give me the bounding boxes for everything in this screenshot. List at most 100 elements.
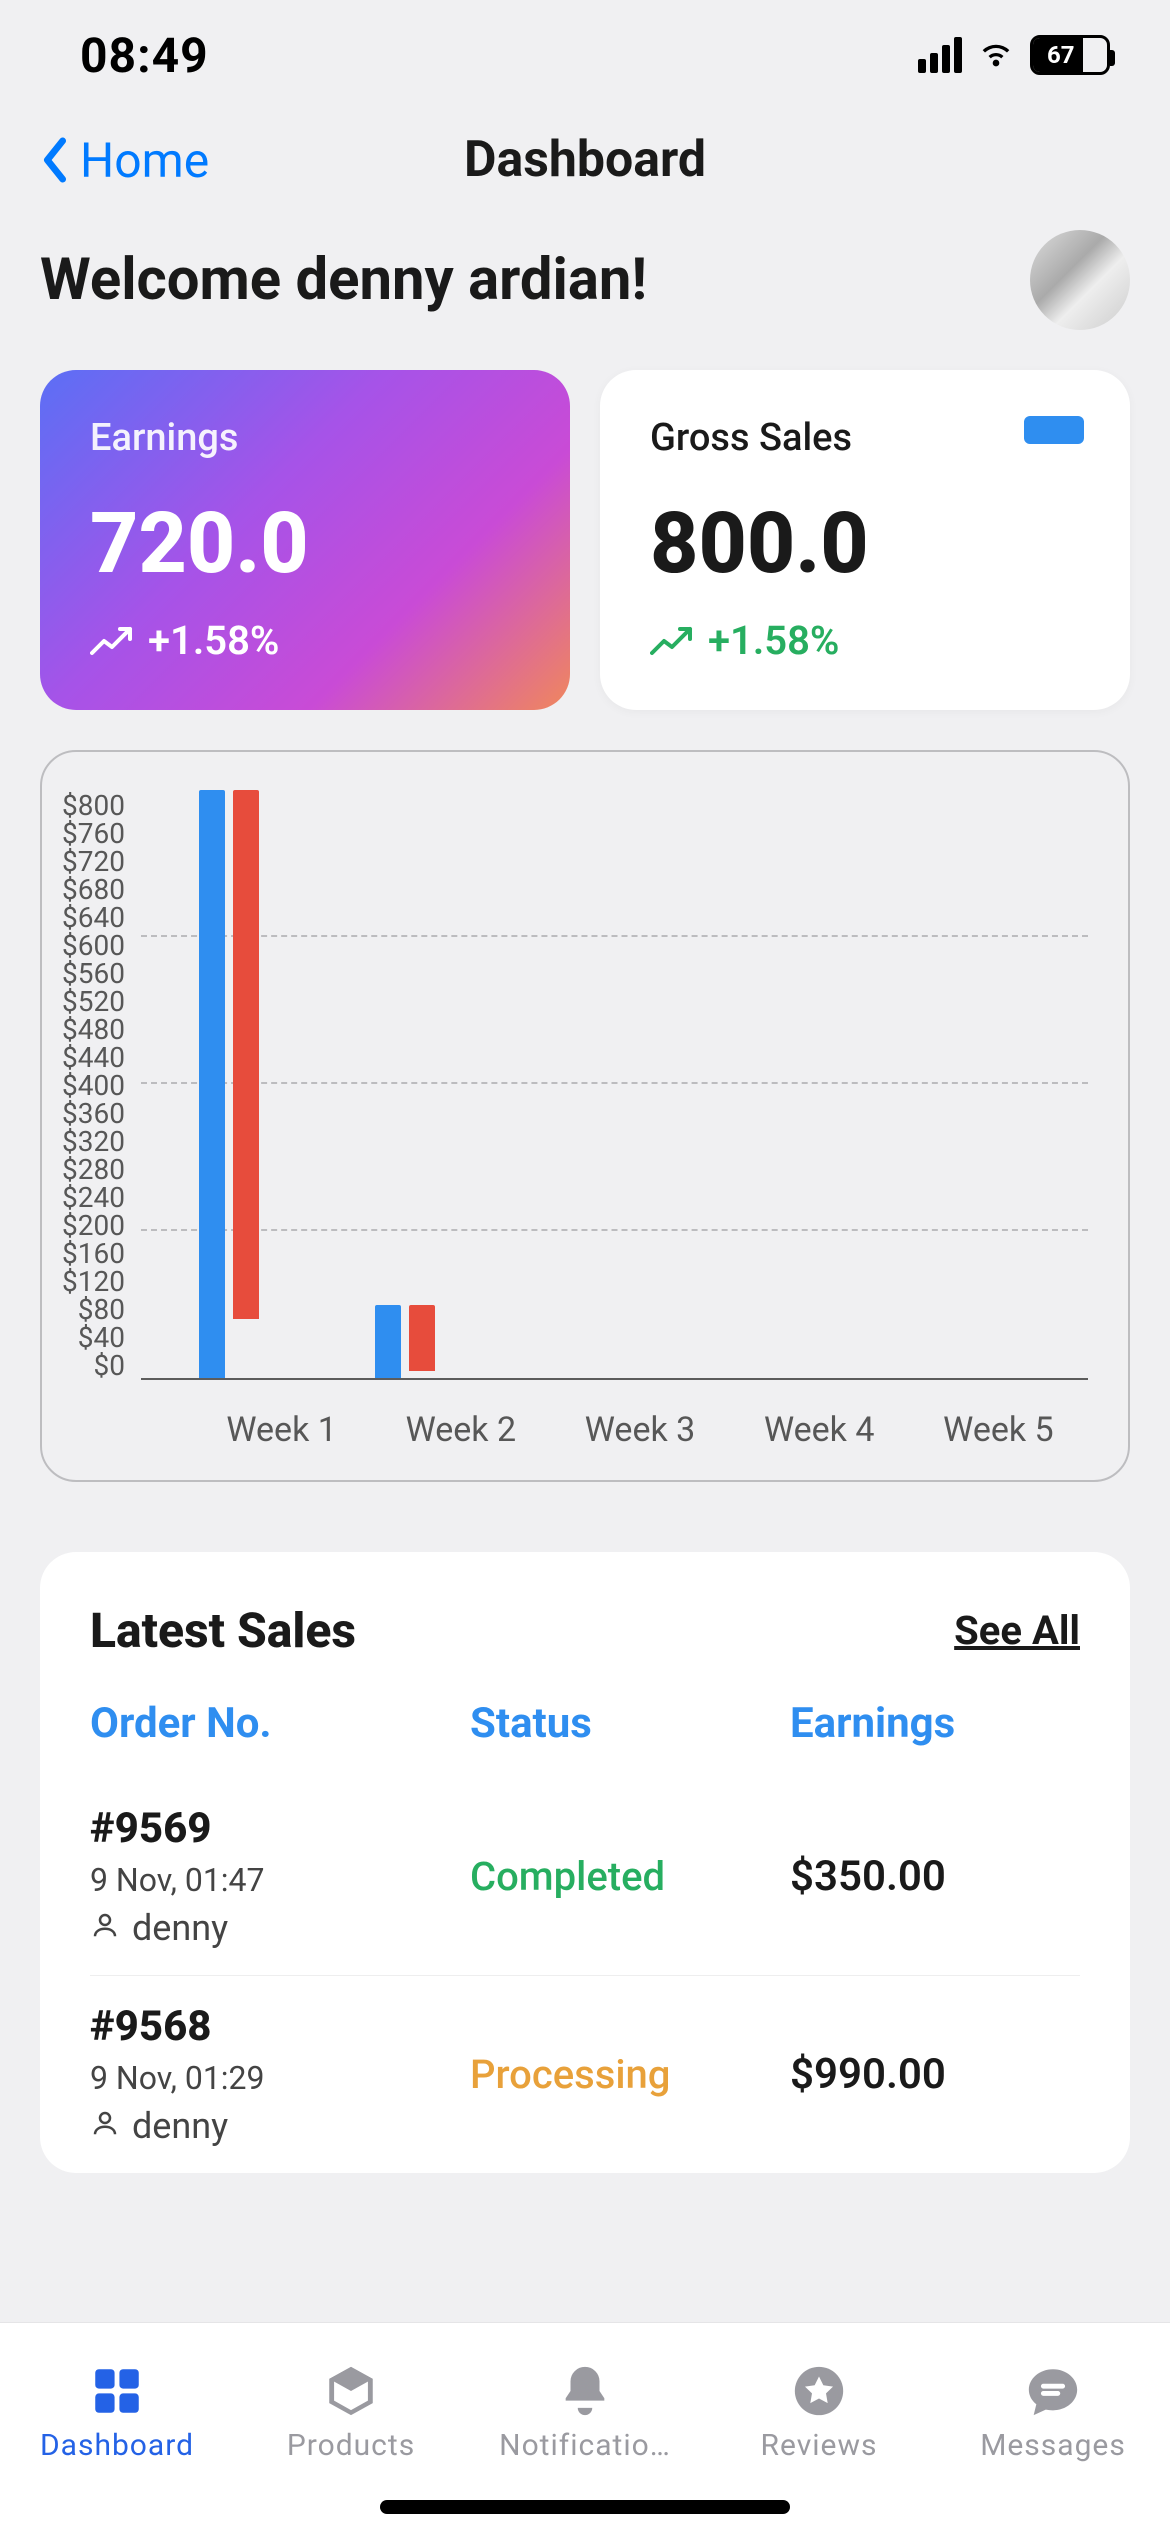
legend-chip-icon	[1024, 416, 1084, 444]
order-earnings: $990.00	[790, 2050, 1080, 2099]
nav-header: Home Dashboard	[0, 110, 1170, 210]
gross-trend: +1.58%	[650, 617, 1080, 664]
avatar[interactable]	[1030, 230, 1130, 330]
y-tick: $240	[62, 1184, 125, 1212]
y-tick: $600	[62, 932, 125, 960]
gross-trend-value: +1.58%	[708, 617, 839, 664]
gridline	[141, 935, 1088, 937]
y-tick: $480	[62, 1016, 125, 1044]
order-number: #9569	[90, 1804, 470, 1853]
order-status: Completed	[470, 1853, 790, 1900]
earnings-trend-value: +1.58%	[148, 617, 279, 664]
tab-label: Notificatio…	[499, 2428, 671, 2463]
y-tick: $720	[62, 848, 125, 876]
trend-up-icon	[650, 623, 694, 659]
tab-label: Reviews	[761, 2428, 878, 2463]
bar	[233, 790, 259, 1319]
table-row[interactable]: #9568 9 Nov, 01:29 denny Processing$990.00	[90, 1976, 1080, 2173]
order-earnings: $350.00	[790, 1852, 1080, 1901]
earnings-card[interactable]: Earnings 720.0 +1.58%	[40, 370, 570, 710]
messages-icon	[1024, 2362, 1082, 2420]
col-earnings-header: Earnings	[790, 1699, 1080, 1748]
sales-table-head: Order No. Status Earnings	[90, 1699, 1080, 1748]
trend-up-icon	[90, 623, 134, 659]
sales-table-body: #95699 Nov, 01:47dennyCompleted$350.00#9…	[90, 1778, 1080, 2173]
chart-plot	[141, 792, 1088, 1380]
col-order-header: Order No.	[90, 1699, 470, 1748]
order-user-name: denny	[132, 1907, 228, 1949]
back-label: Home	[80, 132, 209, 189]
order-cell: #9569 9 Nov, 01:47 denny	[90, 1804, 470, 1949]
y-tick: $800	[62, 792, 125, 820]
x-tick: Week 1	[192, 1410, 371, 1450]
y-tick: $400	[62, 1072, 125, 1100]
order-cell: #9568 9 Nov, 01:29 denny	[90, 2002, 470, 2147]
tab-label: Products	[287, 2428, 415, 2463]
y-tick: $560	[62, 960, 125, 988]
x-tick: Week 3	[550, 1410, 729, 1450]
y-tick: $120	[62, 1268, 125, 1296]
sales-chart: $800$760$720$680$640$600$560$520$480$440…	[40, 750, 1130, 1482]
tab-messages[interactable]: Messages	[936, 2323, 1170, 2532]
reviews-icon	[790, 2362, 848, 2420]
gross-sales-card[interactable]: Gross Sales 800.0 +1.58%	[600, 370, 1130, 710]
latest-sales-card: Latest Sales See All Order No. Status Ea…	[40, 1552, 1130, 2173]
chart-y-axis: $800$760$720$680$640$600$560$520$480$440…	[62, 792, 141, 1380]
y-tick: $80	[78, 1296, 125, 1324]
gross-label: Gross Sales	[650, 416, 1080, 460]
gridline	[141, 1229, 1088, 1231]
status-indicators: 67	[918, 33, 1110, 77]
cellular-signal-icon	[918, 37, 962, 73]
y-tick: $200	[62, 1212, 125, 1240]
y-tick: $280	[62, 1156, 125, 1184]
bar	[375, 1305, 401, 1379]
page-title: Dashboard	[464, 131, 706, 189]
y-tick: $760	[62, 820, 125, 848]
y-tick: $360	[62, 1100, 125, 1128]
back-button[interactable]: Home	[40, 132, 209, 189]
battery-level: 67	[1047, 41, 1075, 69]
x-tick: Week 5	[909, 1410, 1088, 1450]
battery-icon: 67	[1030, 35, 1110, 75]
chart-x-axis: Week 1Week 2Week 3Week 4Week 5	[192, 1410, 1088, 1450]
y-tick: $440	[62, 1044, 125, 1072]
y-tick: $520	[62, 988, 125, 1016]
y-tick: $320	[62, 1128, 125, 1156]
order-date: 9 Nov, 01:29	[90, 2059, 470, 2097]
x-tick: Week 4	[730, 1410, 909, 1450]
bar-group	[199, 790, 259, 1378]
col-status-header: Status	[470, 1699, 790, 1748]
status-time: 08:49	[80, 27, 209, 84]
see-all-link[interactable]: See All	[954, 1607, 1080, 1654]
order-number: #9568	[90, 2002, 470, 2051]
y-tick: $40	[78, 1324, 125, 1352]
table-row[interactable]: #9569 9 Nov, 01:47 denny Completed$350.00	[90, 1778, 1080, 1976]
bar	[199, 790, 225, 1378]
dashboard-icon	[88, 2362, 146, 2420]
y-tick: $160	[62, 1240, 125, 1268]
welcome-row: Welcome denny ardian!	[0, 210, 1170, 370]
y-tick: $0	[93, 1352, 124, 1380]
order-user-name: denny	[132, 2105, 228, 2147]
notifications-icon	[556, 2362, 614, 2420]
earnings-trend: +1.58%	[90, 617, 520, 664]
user-icon	[90, 2105, 120, 2147]
welcome-text: Welcome denny ardian!	[40, 246, 647, 314]
earnings-label: Earnings	[90, 416, 520, 460]
y-tick: $680	[62, 876, 125, 904]
x-tick: Week 2	[371, 1410, 550, 1450]
products-icon	[322, 2362, 380, 2420]
tab-dashboard[interactable]: Dashboard	[0, 2323, 234, 2532]
y-tick: $640	[62, 904, 125, 932]
tab-label: Dashboard	[40, 2428, 194, 2463]
tab-label: Messages	[980, 2428, 1126, 2463]
home-indicator	[380, 2500, 790, 2514]
wifi-icon	[976, 33, 1016, 77]
order-status: Processing	[470, 2051, 790, 2098]
order-date: 9 Nov, 01:47	[90, 1861, 470, 1899]
order-user: denny	[90, 2105, 470, 2147]
latest-sales-title: Latest Sales	[90, 1602, 356, 1659]
stat-cards: Earnings 720.0 +1.58% Gross Sales 800.0 …	[0, 370, 1170, 710]
gridline	[141, 1082, 1088, 1084]
bar	[409, 1305, 435, 1371]
